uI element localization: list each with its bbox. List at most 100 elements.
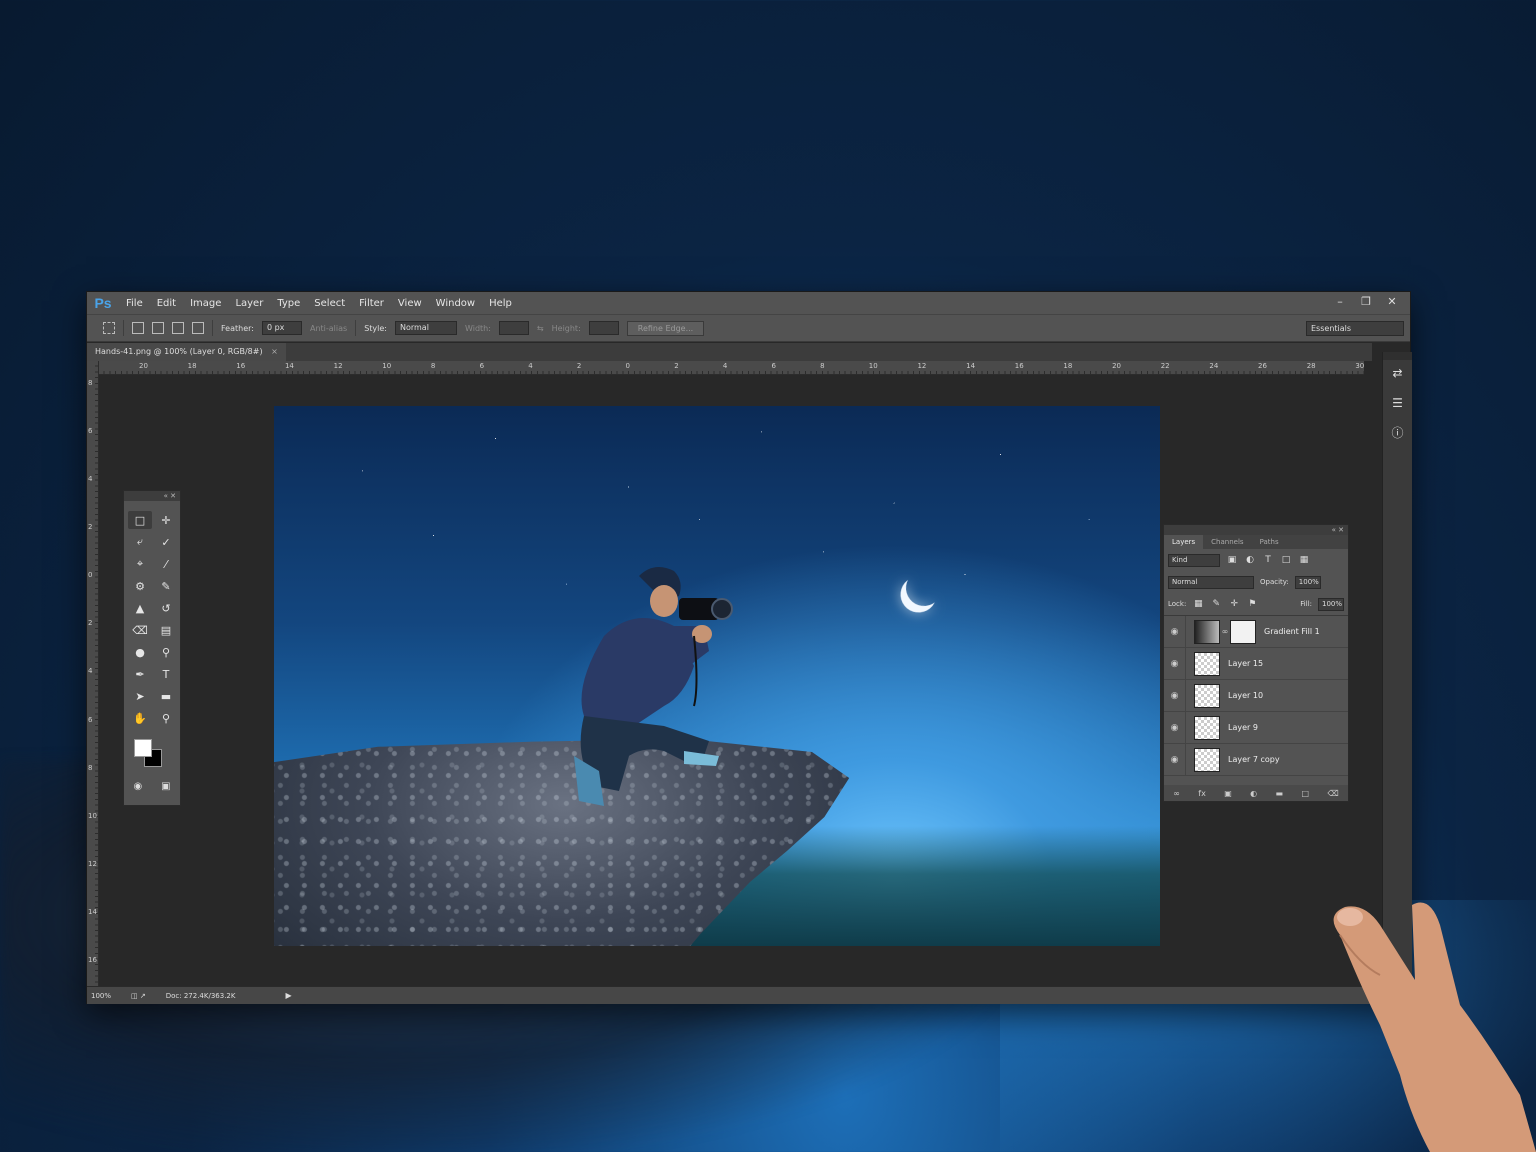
- menu-select[interactable]: Select: [307, 298, 352, 309]
- history-icon[interactable]: ⇄: [1388, 364, 1408, 382]
- feather-input[interactable]: 0 px: [261, 321, 302, 335]
- close-icon[interactable]: ✕: [1382, 294, 1402, 310]
- tab-layers[interactable]: Layers: [1164, 535, 1204, 549]
- lock-image-icon[interactable]: ✎: [1210, 599, 1222, 609]
- intersect-selection-icon[interactable]: [192, 322, 204, 334]
- screen-mode-icon[interactable]: ▣: [161, 781, 170, 792]
- marquee-tool-preset-icon[interactable]: [103, 322, 115, 334]
- fx-icon[interactable]: fx: [1198, 789, 1206, 798]
- lock-all-icon[interactable]: ⚑: [1246, 599, 1258, 609]
- layer-mask-thumbnail[interactable]: [1230, 619, 1256, 644]
- rectangular-marquee-tool-icon[interactable]: □: [128, 511, 152, 529]
- quick-selection-tool-icon[interactable]: ✓: [154, 533, 178, 551]
- menu-window[interactable]: Window: [429, 298, 482, 309]
- layer-row[interactable]: ◉ Layer 7 copy: [1164, 744, 1348, 776]
- adjustment-icon[interactable]: ◐: [1250, 789, 1257, 798]
- subtract-selection-icon[interactable]: [172, 322, 184, 334]
- menu-image[interactable]: Image: [183, 298, 228, 309]
- trash-icon[interactable]: ⌫: [1327, 789, 1338, 798]
- lock-transparent-icon[interactable]: ▦: [1192, 599, 1204, 609]
- eraser-tool-icon[interactable]: ⌫: [128, 621, 152, 639]
- window-controls: – ❐ ✕: [1330, 294, 1402, 310]
- visibility-eye-icon[interactable]: ◉: [1164, 616, 1186, 647]
- antialias-checkbox[interactable]: Anti-alias: [310, 324, 347, 333]
- layer-row[interactable]: ◉ Layer 9: [1164, 712, 1348, 744]
- adjustment-filter-icon[interactable]: ◐: [1244, 555, 1256, 565]
- foreground-color-swatch[interactable]: [134, 739, 152, 757]
- horizontal-ruler[interactable]: 20 18 16 14 12 10 8 6 4 2 0 2 4 6 8 10 12 14 16 18 20 22 24 26 2…: [99, 361, 1364, 375]
- menu-view[interactable]: View: [391, 298, 429, 309]
- refine-edge-button[interactable]: Refine Edge...: [626, 320, 705, 336]
- path-selection-tool-icon[interactable]: ➤: [128, 687, 152, 705]
- restore-icon[interactable]: ❐: [1356, 294, 1376, 310]
- layer-row[interactable]: ◉ ∞ Gradient Fill 1: [1164, 616, 1348, 648]
- dodge-tool-icon[interactable]: ⚲: [154, 643, 178, 661]
- history-brush-tool-icon[interactable]: ↺: [154, 599, 178, 617]
- crop-tool-icon[interactable]: ⌖: [128, 555, 152, 573]
- type-tool-icon[interactable]: T: [154, 665, 178, 683]
- visibility-eye-icon[interactable]: ◉: [1164, 680, 1186, 711]
- visibility-eye-icon[interactable]: ◉: [1164, 648, 1186, 679]
- menu-help[interactable]: Help: [482, 298, 519, 309]
- layers-panel-header[interactable]: « ✕: [1164, 525, 1348, 535]
- new-selection-icon[interactable]: [132, 322, 144, 334]
- quick-mask-icon[interactable]: ◉: [133, 781, 142, 792]
- zoom-tool-icon[interactable]: ⚲: [154, 709, 178, 727]
- smart-object-filter-icon[interactable]: ▦: [1298, 555, 1310, 565]
- type-filter-icon[interactable]: T: [1262, 555, 1274, 565]
- tab-channels[interactable]: Channels: [1203, 535, 1251, 549]
- menu-type[interactable]: Type: [270, 298, 307, 309]
- tools-panel-header[interactable]: « ✕: [124, 491, 180, 501]
- clone-stamp-tool-icon[interactable]: ▲: [128, 599, 152, 617]
- brush-tool-icon[interactable]: ✎: [154, 577, 178, 595]
- folder-icon[interactable]: ▬: [1276, 789, 1284, 798]
- fill-input[interactable]: 100%: [1318, 597, 1344, 611]
- healing-brush-tool-icon[interactable]: ⚙: [128, 577, 152, 595]
- document-tab[interactable]: Hands-41.png @ 100% (Layer 0, RGB/8#) ×: [87, 343, 286, 361]
- opacity-input[interactable]: 100%: [1294, 575, 1321, 589]
- swap-icon[interactable]: ⇆: [537, 324, 544, 333]
- properties-icon[interactable]: ☰: [1388, 394, 1408, 412]
- mask-icon[interactable]: ▣: [1224, 789, 1232, 798]
- visibility-eye-icon[interactable]: ◉: [1164, 744, 1186, 775]
- layer-row[interactable]: ◉ Layer 15: [1164, 648, 1348, 680]
- eyedropper-tool-icon[interactable]: ⁄: [154, 555, 178, 573]
- link-icon[interactable]: ∞: [1220, 627, 1230, 636]
- rectangle-shape-tool-icon[interactable]: ▬: [154, 687, 178, 705]
- pen-tool-icon[interactable]: ✒: [128, 665, 152, 683]
- menu-file[interactable]: File: [119, 298, 150, 309]
- height-input[interactable]: [588, 321, 619, 335]
- document-image[interactable]: [274, 406, 1160, 946]
- vertical-ruler[interactable]: 8 6 4 2 0 2 4 6 8 10 12 14 16: [87, 361, 99, 986]
- visibility-eye-icon[interactable]: ◉: [1164, 712, 1186, 743]
- pixel-filter-icon[interactable]: ▣: [1226, 555, 1238, 565]
- lasso-tool-icon[interactable]: ⤶: [128, 533, 152, 551]
- blur-tool-icon[interactable]: ●: [128, 643, 152, 661]
- add-selection-icon[interactable]: [152, 322, 164, 334]
- tab-paths[interactable]: Paths: [1252, 535, 1287, 549]
- gradient-tool-icon[interactable]: ▤: [154, 621, 178, 639]
- width-input[interactable]: [498, 321, 529, 335]
- link-icon[interactable]: ∞: [1173, 789, 1180, 798]
- status-share-icon[interactable]: ◫ ↗: [131, 992, 146, 1000]
- minimize-icon[interactable]: –: [1330, 294, 1350, 310]
- new-layer-icon[interactable]: □: [1301, 789, 1309, 798]
- close-tab-icon[interactable]: ×: [271, 347, 278, 356]
- menu-edit[interactable]: Edit: [150, 298, 183, 309]
- layer-row[interactable]: ◉ Layer 10: [1164, 680, 1348, 712]
- menu-layer[interactable]: Layer: [228, 298, 270, 309]
- kind-filter-select[interactable]: Kind: [1168, 553, 1220, 567]
- blend-mode-select[interactable]: Normal: [1168, 575, 1254, 589]
- layer-name: Layer 15: [1228, 659, 1264, 668]
- lock-position-icon[interactable]: ✛: [1228, 599, 1240, 609]
- zoom-level[interactable]: 100%: [91, 992, 111, 1000]
- style-select[interactable]: Normal: [394, 321, 457, 335]
- shape-filter-icon[interactable]: □: [1280, 555, 1292, 565]
- hand-tool-icon[interactable]: ✋: [128, 709, 152, 727]
- status-menu-arrow-icon[interactable]: ▶: [285, 991, 291, 1000]
- menu-filter[interactable]: Filter: [352, 298, 391, 309]
- workspace-select[interactable]: Essentials: [1306, 321, 1404, 336]
- move-tool-icon[interactable]: ✛: [154, 511, 178, 529]
- info-icon[interactable]: ⓘ: [1388, 424, 1408, 442]
- dock-header[interactable]: [1383, 352, 1412, 360]
